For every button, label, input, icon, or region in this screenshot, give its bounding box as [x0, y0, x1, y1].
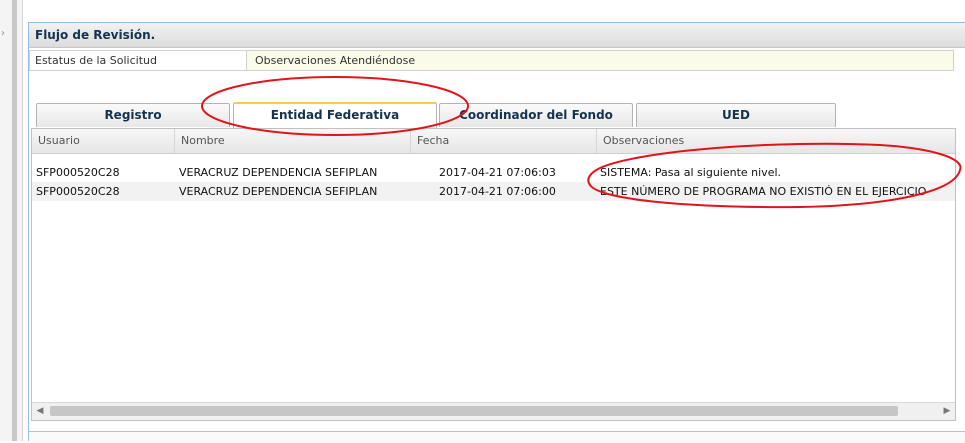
- grid-header: Usuario Nombre Fecha Observaciones: [32, 129, 955, 154]
- cell-usuario: SFP000520C28: [36, 185, 120, 198]
- observations-grid: Usuario Nombre Fecha Observaciones SFP00…: [31, 128, 956, 421]
- cell-nombre: VERACRUZ DEPENDENCIA SEFIPLAN: [179, 166, 378, 179]
- request-status-row: Estatus de la Solicitud Observaciones At…: [29, 50, 954, 71]
- left-frame-strip: ›: [0, 0, 23, 441]
- tab-bar: Registro Entidad Federativa Coordinador …: [36, 102, 956, 129]
- column-header-usuario[interactable]: Usuario: [32, 129, 175, 153]
- frame-marker: ›: [1, 28, 5, 39]
- tab-ued[interactable]: UED: [636, 103, 836, 127]
- cell-fecha: 2017-04-21 07:06:00: [439, 185, 556, 198]
- cell-observaciones: SISTEMA: Pasa al siguiente nivel.: [600, 166, 782, 179]
- scrollbar-thumb[interactable]: [50, 406, 898, 416]
- cell-observaciones: ESTE NÚMERO DE PROGRAMA NO EXISTIÓ EN EL…: [600, 185, 927, 198]
- tab-registro[interactable]: Registro: [36, 103, 230, 127]
- scroll-right-icon[interactable]: ▶: [939, 403, 955, 420]
- panel-footer: [29, 431, 965, 443]
- tab-entidad-federativa[interactable]: Entidad Federativa: [233, 102, 437, 128]
- column-header-nombre[interactable]: Nombre: [175, 129, 411, 153]
- column-header-fecha[interactable]: Fecha: [411, 129, 597, 153]
- status-label: Estatus de la Solicitud: [30, 51, 247, 70]
- scroll-left-icon[interactable]: ◀: [32, 403, 48, 420]
- frame-rail: [12, 0, 17, 441]
- table-row[interactable]: SFP000520C28 VERACRUZ DEPENDENCIA SEFIPL…: [32, 182, 955, 201]
- revision-flow-panel: Flujo de Revisión. Estatus de la Solicit…: [28, 22, 965, 443]
- cell-fecha: 2017-04-21 07:06:03: [439, 166, 556, 179]
- cell-usuario: SFP000520C28: [36, 166, 120, 179]
- panel-title: Flujo de Revisión.: [29, 23, 965, 48]
- table-row[interactable]: SFP000520C28 VERACRUZ DEPENDENCIA SEFIPL…: [32, 163, 955, 182]
- tab-coordinador-del-fondo[interactable]: Coordinador del Fondo: [439, 103, 633, 127]
- status-value: Observaciones Atendiéndose: [247, 51, 953, 70]
- column-header-observaciones[interactable]: Observaciones: [597, 129, 955, 153]
- horizontal-scrollbar[interactable]: ◀ ▶: [32, 402, 955, 420]
- cell-nombre: VERACRUZ DEPENDENCIA SEFIPLAN: [179, 185, 378, 198]
